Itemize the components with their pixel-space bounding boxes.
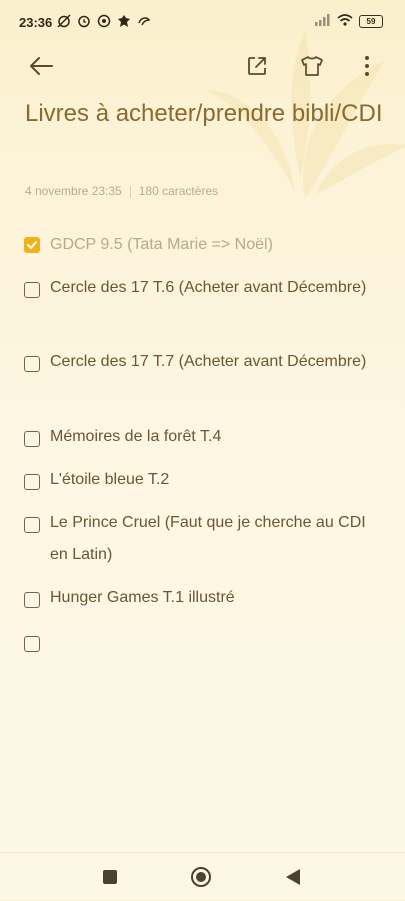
checkbox[interactable] (24, 431, 40, 447)
more-options-button[interactable] (351, 50, 383, 82)
notification-icons (56, 13, 152, 29)
checklist-item-text[interactable]: Cercle des 17 T.7 (Acheter avant Décembr… (50, 346, 385, 378)
whatsapp-icon (96, 13, 112, 29)
share-icon (248, 57, 266, 75)
checkmark-icon (27, 241, 37, 249)
signal-icon (315, 14, 331, 29)
alarm-off-icon (56, 13, 72, 29)
wifi-icon (337, 14, 353, 29)
square-icon (103, 870, 117, 884)
checklist-item-text[interactable]: Mémoires de la forêt T.4 (50, 421, 385, 453)
more-vertical-icon (365, 56, 369, 76)
arrow-left-icon (30, 57, 53, 75)
checkbox[interactable] (24, 356, 40, 372)
alarm-clock-icon (76, 13, 92, 29)
theme-button[interactable] (296, 50, 328, 82)
battery-indicator: 59 (359, 15, 383, 28)
app-notification-icon (136, 13, 152, 29)
triangle-back-icon (286, 869, 300, 885)
checkbox[interactable] (24, 474, 40, 490)
note-date: 4 novembre 23:35 (25, 184, 122, 198)
checklist-item-text[interactable]: L'étoile bleue T.2 (50, 464, 385, 496)
status-time: 23:36 (19, 15, 53, 30)
share-button[interactable] (241, 50, 273, 82)
checklist-item-text[interactable]: GDCP 9.5 (Tata Marie => Noël) (50, 229, 385, 261)
home-button[interactable] (189, 865, 213, 889)
settings-icon (116, 13, 132, 29)
meta-divider (129, 186, 131, 198)
checkbox[interactable] (24, 517, 40, 533)
note-meta: 4 novembre 23:35 180 caractères (25, 184, 218, 198)
home-circle-icon (191, 867, 211, 887)
back-nav-button[interactable] (281, 865, 305, 889)
checklist-item-text[interactable]: Hunger Games T.1 illustré (50, 582, 385, 614)
checked-checkbox[interactable] (24, 237, 40, 253)
navigation-bar (0, 852, 405, 901)
checkbox[interactable] (24, 282, 40, 298)
recents-button[interactable] (98, 865, 122, 889)
checklist-item-text[interactable]: Le Prince Cruel (Faut que je cherche au … (50, 507, 385, 571)
note-char-count: 180 caractères (138, 184, 219, 198)
checkbox[interactable] (24, 636, 40, 652)
checklist-item-text[interactable]: Cercle des 17 T.6 (Acheter avant Décembr… (50, 272, 385, 304)
note-toolbar (0, 44, 405, 88)
note-title[interactable]: Livres à acheter/prendre bibli/CDI (25, 93, 385, 135)
checkbox[interactable] (24, 592, 40, 608)
system-status: 59 (315, 14, 383, 29)
status-bar: 23:36 59 (0, 0, 405, 44)
tshirt-icon (301, 56, 323, 76)
back-button[interactable] (25, 50, 57, 82)
